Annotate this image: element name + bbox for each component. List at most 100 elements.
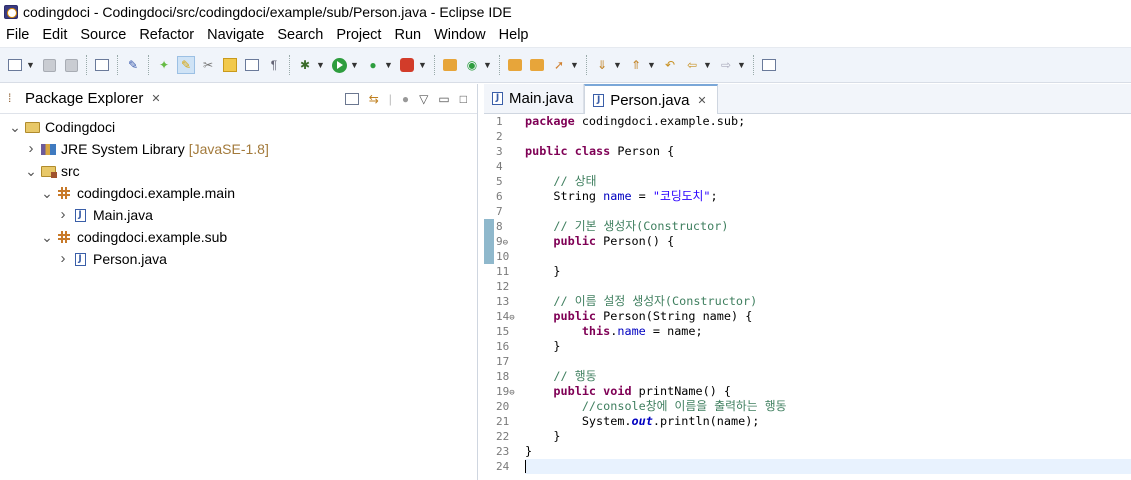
open-perspective-icon[interactable] xyxy=(760,56,778,74)
menu-navigate[interactable]: Navigate xyxy=(200,27,270,43)
last-edit-location-icon[interactable]: ↶ xyxy=(661,56,679,74)
chevron-right-icon[interactable]: › xyxy=(24,141,38,156)
word-wrap-icon[interactable] xyxy=(221,56,239,74)
tree-item-java[interactable]: › J Person.java xyxy=(0,248,477,270)
open-type-icon[interactable] xyxy=(506,56,524,74)
focus-icon[interactable]: ● xyxy=(402,92,409,106)
external-tools-dropdown-icon[interactable]: ▼ xyxy=(418,60,427,70)
mark-occurrences-icon[interactable]: ✎ xyxy=(177,56,195,74)
back-icon[interactable]: ⇦ xyxy=(683,56,701,74)
block-selection-icon[interactable]: ✂ xyxy=(199,56,217,74)
code-line[interactable]: package codingdoci.example.sub; xyxy=(525,114,1131,129)
package-explorer-header[interactable]: ⁞ Package Explorer ✕ ⇆ | ● ▽ ▭ □ xyxy=(0,84,477,114)
code-lines[interactable]: package codingdoci.example.sub; public cl… xyxy=(525,114,1131,474)
code-line[interactable]: } xyxy=(525,264,1131,279)
run-dropdown-icon[interactable]: ▼ xyxy=(350,60,359,70)
code-line[interactable] xyxy=(525,354,1131,369)
search-icon[interactable]: ➚ xyxy=(550,56,568,74)
code-line[interactable]: } xyxy=(525,444,1131,459)
new-class-icon[interactable]: ◉ xyxy=(463,56,481,74)
maximize-icon[interactable]: □ xyxy=(460,92,467,106)
chevron-down-icon[interactable]: ⌄ xyxy=(8,120,22,134)
close-view-icon[interactable]: ✕ xyxy=(151,92,160,105)
code-line[interactable]: // 이름 설정 생성자(Constructor) xyxy=(525,294,1131,309)
fold-toggle-icon[interactable]: ⊖ xyxy=(509,388,514,398)
new-icon[interactable] xyxy=(6,56,24,74)
minimize-icon[interactable]: ▭ xyxy=(438,92,449,106)
code-line[interactable]: this.name = name; xyxy=(525,324,1131,339)
tree-item-project[interactable]: ⌄ Codingdoci xyxy=(0,116,477,138)
new-class-dropdown-icon[interactable]: ▼ xyxy=(483,60,492,70)
tab-main-java[interactable]: J Main.java xyxy=(484,84,585,113)
code-line[interactable] xyxy=(525,129,1131,144)
next-annotation-icon[interactable]: ⇓ xyxy=(593,56,611,74)
debug-icon[interactable]: ✱ xyxy=(296,56,314,74)
run-icon[interactable] xyxy=(330,56,348,74)
code-line[interactable]: public class Person { xyxy=(525,144,1131,159)
fold-toggle-icon[interactable]: ⊖ xyxy=(503,238,508,248)
chevron-down-icon[interactable]: ⌄ xyxy=(40,186,54,200)
collapse-all-icon[interactable] xyxy=(344,92,359,105)
external-tools-icon[interactable] xyxy=(398,56,416,74)
new-dropdown-icon[interactable]: ▼ xyxy=(26,60,35,70)
code-line[interactable]: //console창에 이름을 출력하는 행동 xyxy=(525,399,1131,414)
new-java-project-icon[interactable] xyxy=(441,56,459,74)
code-line[interactable] xyxy=(525,459,1131,474)
tree-item-package[interactable]: ⌄ codingdoci.example.sub xyxy=(0,226,477,248)
coverage-icon[interactable]: ● xyxy=(364,56,382,74)
menu-help[interactable]: Help xyxy=(492,27,535,43)
code-line[interactable] xyxy=(525,279,1131,294)
coverage-dropdown-icon[interactable]: ▼ xyxy=(384,60,393,70)
code-line[interactable]: System.out.println(name); xyxy=(525,414,1131,429)
previous-annotation-dropdown-icon[interactable]: ▼ xyxy=(647,60,656,70)
tree-item-src[interactable]: ⌄ src xyxy=(0,160,477,182)
code-line[interactable] xyxy=(525,204,1131,219)
chevron-down-icon[interactable]: ⌄ xyxy=(40,230,54,244)
menu-window[interactable]: Window xyxy=(427,27,492,43)
tree-item-library[interactable]: › JRE System Library [JavaSE-1.8] xyxy=(0,138,477,160)
code-line[interactable]: // 행동 xyxy=(525,369,1131,384)
tree-item-package[interactable]: ⌄ codingdoci.example.main xyxy=(0,182,477,204)
menu-edit[interactable]: Edit xyxy=(35,27,73,43)
forward-dropdown-icon[interactable]: ▼ xyxy=(737,60,746,70)
debug-dropdown-icon[interactable]: ▼ xyxy=(316,60,325,70)
code-line[interactable]: // 기본 생성자(Constructor) xyxy=(525,219,1131,234)
terminal-icon[interactable] xyxy=(93,56,111,74)
code-editor[interactable]: 1 2 3 4 5 6 7 8 9⊖ 10 11 12 13 14⊖ 15 16 17 18 19⊖ 20 21 22 23… xyxy=(484,114,1131,480)
code-line[interactable]: public void printName() { xyxy=(525,384,1131,399)
previous-annotation-icon[interactable]: ⇑ xyxy=(627,56,645,74)
show-source-icon[interactable] xyxy=(243,56,261,74)
tab-person-java[interactable]: J Person.java ✕ xyxy=(584,84,718,114)
code-line[interactable]: String name = "코딩도치"; xyxy=(525,189,1131,204)
package-explorer-title[interactable]: Package Explorer xyxy=(25,90,143,107)
chevron-down-icon[interactable]: ⌄ xyxy=(24,164,38,178)
code-line[interactable] xyxy=(525,159,1131,174)
back-dropdown-icon[interactable]: ▼ xyxy=(703,60,712,70)
code-line[interactable]: } xyxy=(525,429,1131,444)
menu-file[interactable]: File xyxy=(0,27,35,43)
chevron-right-icon[interactable]: › xyxy=(56,251,70,266)
view-menu-icon[interactable]: ▽ xyxy=(419,92,428,106)
code-line[interactable]: // 상태 xyxy=(525,174,1131,189)
tree-item-java[interactable]: › J Main.java xyxy=(0,204,477,226)
next-annotation-dropdown-icon[interactable]: ▼ xyxy=(613,60,622,70)
search-dropdown-icon[interactable]: ▼ xyxy=(570,60,579,70)
menu-refactor[interactable]: Refactor xyxy=(132,27,200,43)
toggle-breadcrumb-icon[interactable]: ✦ xyxy=(155,56,173,74)
code-line[interactable]: public Person(String name) { xyxy=(525,309,1131,324)
fold-toggle-icon[interactable]: ⊖ xyxy=(509,313,514,323)
save-all-icon[interactable] xyxy=(62,56,80,74)
menu-run[interactable]: Run xyxy=(387,27,427,43)
skip-breakpoints-icon[interactable]: ✎ xyxy=(124,56,142,74)
menu-source[interactable]: Source xyxy=(73,27,132,43)
link-with-editor-icon[interactable]: ⇆ xyxy=(369,92,379,106)
menu-project[interactable]: Project xyxy=(329,27,387,43)
save-icon[interactable] xyxy=(40,56,58,74)
chevron-right-icon[interactable]: › xyxy=(56,207,70,222)
forward-icon[interactable]: ⇨ xyxy=(717,56,735,74)
show-whitespace-icon[interactable]: ¶ xyxy=(265,56,283,74)
code-line[interactable] xyxy=(525,249,1131,264)
open-task-icon[interactable] xyxy=(528,56,546,74)
code-line[interactable]: public Person() { xyxy=(525,234,1131,249)
close-tab-icon[interactable]: ✕ xyxy=(697,94,706,107)
